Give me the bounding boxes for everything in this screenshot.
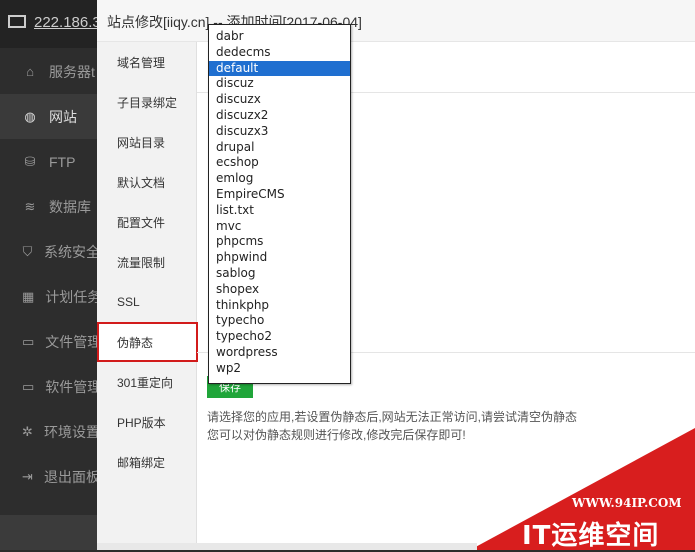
modal-tab[interactable]: 伪静态: [97, 322, 198, 362]
modal-tab[interactable]: 配置文件: [97, 202, 197, 242]
sidebar-item-label: 网站: [49, 108, 77, 125]
dropdown-option[interactable]: dabr: [209, 29, 350, 45]
modal-tab[interactable]: SSL: [97, 282, 197, 322]
monitor-icon: [8, 15, 26, 28]
ftp-icon: ⛁: [24, 153, 36, 169]
sidebar-item-label: 计划任务: [45, 288, 100, 305]
sidebar-item[interactable]: ▦ 计划任务: [0, 274, 100, 319]
watermark-url: WWW.94IP.COM: [572, 496, 682, 510]
sidebar-item-label: 退出面板: [44, 468, 100, 485]
dropdown-option[interactable]: wp2: [209, 361, 350, 377]
sidebar-item[interactable]: ▭ 文件管理: [0, 319, 100, 364]
database-icon: ≋: [24, 198, 36, 214]
dropdown-option[interactable]: shopex: [209, 282, 350, 298]
globe-icon: ◍: [24, 108, 36, 124]
rewrite-template-dropdown[interactable]: dabr dedecms default discuz discuzx discuzx2 d…: [208, 24, 351, 384]
dropdown-option[interactable]: wordpress: [209, 345, 350, 361]
sidebar-item[interactable]: ▭ 软件管理: [0, 364, 100, 409]
modal-tab[interactable]: 流量限制: [97, 242, 197, 282]
sidebar-item[interactable]: ◍ 网站: [0, 94, 100, 139]
sidebar-item[interactable]: ⌂ 服务器t: [0, 49, 100, 94]
server-host[interactable]: 222.186.3: [8, 14, 101, 31]
sidebar-item[interactable]: ⇥ 退出面板: [0, 454, 100, 499]
dropdown-option[interactable]: typecho2: [209, 329, 350, 345]
dropdown-option[interactable]: emlog: [209, 171, 350, 187]
dropdown-option[interactable]: phpcms: [209, 234, 350, 250]
modal-tab[interactable]: 默认文档: [97, 162, 197, 202]
dropdown-option[interactable]: default: [209, 60, 350, 77]
dropdown-option[interactable]: sablog: [209, 266, 350, 282]
sidebar-item[interactable]: ≋ 数据库: [0, 184, 100, 229]
horizontal-scrollbar[interactable]: [97, 543, 477, 550]
dropdown-option[interactable]: ecshop: [209, 155, 350, 171]
dropdown-option[interactable]: typecho: [209, 313, 350, 329]
dropdown-option[interactable]: discuzx3: [209, 124, 350, 140]
dropdown-option[interactable]: discuz: [209, 76, 350, 92]
sidebar-item-label: 系统安全: [44, 243, 100, 260]
modal-header: 站点修改[iiqy.cn] -- 添加时间[2017-06-04]: [97, 0, 695, 42]
sidebar-item-label: 环境设置: [44, 423, 100, 440]
tip-text: 请选择您的应用,若设置伪静态后,网站无法正常访问,请尝试清空伪静态: [207, 410, 578, 424]
home-icon: ⌂: [26, 64, 34, 79]
dropdown-option[interactable]: list.txt: [209, 203, 350, 219]
dropdown-option[interactable]: EmpireCMS: [209, 187, 350, 203]
dropdown-option[interactable]: dedecms: [209, 45, 350, 61]
dropdown-option[interactable]: thinkphp: [209, 298, 350, 314]
sidebar-item-label: 数据库: [49, 198, 91, 215]
modal-tab-list: 域名管理 子目录绑定 网站目录 默认文档 配置文件 流量限制 SSL 伪静态 301重定向 PHP…: [97, 42, 198, 550]
sidebar-item-label: 服务器t: [49, 63, 95, 80]
dropdown-option[interactable]: discuzx: [209, 92, 350, 108]
app-topbar: 222.186.3: [0, 0, 101, 48]
sidebar-item[interactable]: ⛉ 系统安全: [0, 229, 100, 274]
modal-tab[interactable]: 域名管理: [97, 42, 197, 82]
sidebar-item[interactable]: ✲ 环境设置: [0, 409, 100, 454]
sidebar-item-label: 文件管理: [45, 333, 100, 350]
modal-tab[interactable]: 301重定向: [97, 362, 197, 402]
modal-tab[interactable]: 邮箱绑定: [97, 442, 197, 482]
watermark-name: IT运维空间: [522, 521, 660, 551]
calendar-icon: ▦: [22, 288, 35, 304]
folder-icon: ▭: [22, 333, 35, 349]
dropdown-option[interactable]: discuzx2: [209, 108, 350, 124]
logout-icon: ⇥: [22, 468, 33, 484]
dropdown-option[interactable]: phpwind: [209, 250, 350, 266]
server-host-label: 222.186.3: [34, 14, 101, 31]
app-bottom-bar: [0, 515, 100, 550]
dropdown-option[interactable]: drupal: [209, 140, 350, 156]
site-edit-modal: 站点修改[iiqy.cn] -- 添加时间[2017-06-04] 域名管理 子目…: [97, 0, 695, 550]
shield-icon: ⛉: [22, 243, 33, 259]
modal-tab[interactable]: PHP版本: [97, 402, 197, 442]
tip-text: 您可以对伪静态规则进行修改,修改完后保存即可!: [207, 428, 466, 442]
modal-tab[interactable]: 子目录绑定: [97, 82, 197, 122]
sidebar-item-label: 软件管理: [45, 378, 100, 395]
folder-icon: ▭: [22, 378, 35, 394]
sidebar-item[interactable]: ⛁ FTP: [0, 139, 100, 184]
sidebar-item-label: FTP: [49, 153, 76, 170]
modal-tab[interactable]: 网站目录: [97, 122, 197, 162]
gear-icon: ✲: [22, 423, 33, 439]
dropdown-option[interactable]: mvc: [209, 219, 350, 235]
